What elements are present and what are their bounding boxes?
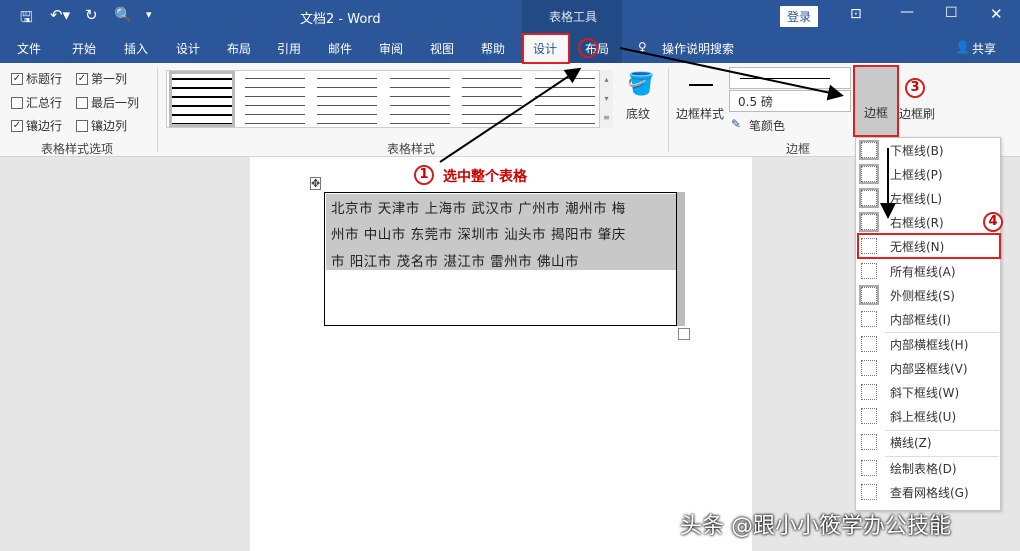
arrow-step2 (619, 47, 844, 101)
arrow-step1 (439, 67, 582, 163)
watermark: 头条 @跟小小筱学办公技能 (680, 514, 951, 539)
annotation-arrows (439, 47, 896, 219)
